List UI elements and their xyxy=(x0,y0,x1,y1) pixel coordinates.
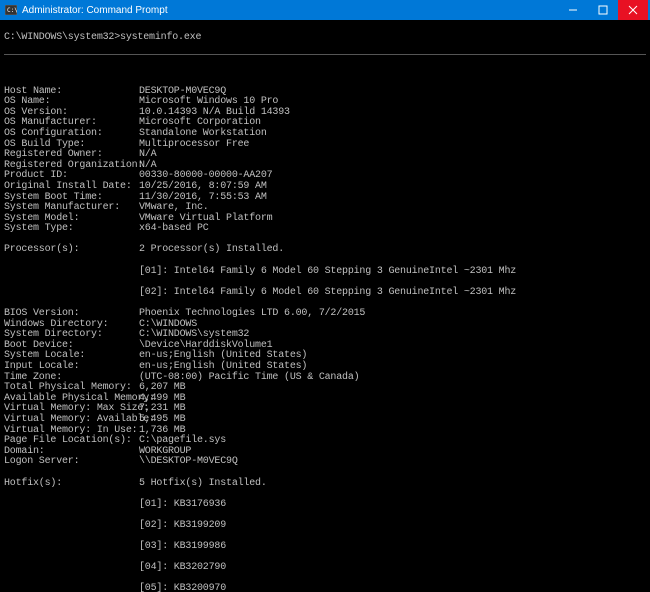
info-value: x64-based PC xyxy=(139,223,209,234)
hotfix-item: [04]: KB3202790 xyxy=(4,563,646,574)
info-key: Hotfix(s): xyxy=(4,479,139,490)
info-value: DESKTOP-M0VEC9Q xyxy=(139,86,226,97)
info-value: 5,495 MB xyxy=(139,414,185,425)
info-row: System Locale:en-us;English (United Stat… xyxy=(4,351,646,362)
info-row: OS Configuration:Standalone Workstation xyxy=(4,129,646,140)
info-value: C:\WINDOWS\system32 xyxy=(139,329,249,340)
divider xyxy=(4,54,646,55)
command-text: systeminfo.exe xyxy=(120,32,201,43)
info-row: System Type:x64-based PC xyxy=(4,224,646,235)
info-key: System Type: xyxy=(4,224,139,235)
info-value: 00330-80000-00000-AA207 xyxy=(139,170,272,181)
info-row: System Directory:C:\WINDOWS\system32 xyxy=(4,330,646,341)
processor-item: [01]: Intel64 Family 6 Model 60 Stepping… xyxy=(4,267,646,278)
info-key: Input Locale: xyxy=(4,362,139,373)
info-row: Original Install Date:10/25/2016, 8:07:5… xyxy=(4,182,646,193)
maximize-button[interactable] xyxy=(588,0,618,20)
info-key: OS Configuration: xyxy=(4,129,139,140)
cmd-icon: C:\ xyxy=(4,3,18,17)
info-value: C:\pagefile.sys xyxy=(139,435,226,446)
hotfix-item: [02]: KB3199209 xyxy=(4,521,646,532)
window-title: Administrator: Command Prompt xyxy=(22,5,558,16)
hotfix-item: [03]: KB3199986 xyxy=(4,542,646,553)
info-value: en-us;English (United States) xyxy=(139,350,307,361)
info-row: Domain:WORKGROUP xyxy=(4,447,646,458)
info-row: Boot Device:\Device\HarddiskVolume1 xyxy=(4,341,646,352)
info-value: 1,736 MB xyxy=(139,425,185,436)
minimize-button[interactable] xyxy=(558,0,588,20)
info-value: Microsoft Corporation xyxy=(139,117,261,128)
info-row: Processor(s):2 Processor(s) Installed. xyxy=(4,245,646,256)
window-controls xyxy=(558,0,648,20)
info-row: Registered Organization:N/A xyxy=(4,161,646,172)
info-row: OS Name:Microsoft Windows 10 Pro xyxy=(4,97,646,108)
info-row: Page File Location(s):C:\pagefile.sys xyxy=(4,436,646,447)
info-value: 10/25/2016, 8:07:59 AM xyxy=(139,181,267,192)
prompt-path: C:\WINDOWS\system32> xyxy=(4,32,120,43)
info-row: System Manufacturer:VMware, Inc. xyxy=(4,203,646,214)
info-key: Logon Server: xyxy=(4,457,139,468)
info-value: N/A xyxy=(139,149,156,160)
close-button[interactable] xyxy=(618,0,648,20)
info-value: 5 Hotfix(s) Installed. xyxy=(139,478,267,489)
info-value: 2 Processor(s) Installed. xyxy=(139,244,284,255)
info-value: 6,207 MB xyxy=(139,382,185,393)
info-value: Microsoft Windows 10 Pro xyxy=(139,96,278,107)
info-row: Logon Server:\\DESKTOP-M0VEC9Q xyxy=(4,457,646,468)
info-value: 7,231 MB xyxy=(139,403,185,414)
info-value: \\DESKTOP-M0VEC9Q xyxy=(139,456,238,467)
blank-line xyxy=(4,65,646,76)
info-value: Multiprocessor Free xyxy=(139,139,249,150)
info-value: 11/30/2016, 7:55:53 AM xyxy=(139,192,267,203)
hotfix-item: [01]: KB3176936 xyxy=(4,500,646,511)
info-value: Standalone Workstation xyxy=(139,128,267,139)
info-row: Host Name:DESKTOP-M0VEC9Q xyxy=(4,87,646,98)
info-value: Phoenix Technologies LTD 6.00, 7/2/2015 xyxy=(139,308,365,319)
svg-text:C:\: C:\ xyxy=(7,7,17,14)
info-value: C:\WINDOWS xyxy=(139,319,197,330)
terminal-output[interactable]: C:\WINDOWS\system32>systeminfo.exe Host … xyxy=(0,20,650,592)
info-key: Virtual Memory: Available: xyxy=(4,415,139,426)
hotfix-item: [05]: KB3200970 xyxy=(4,584,646,592)
processor-item: [02]: Intel64 Family 6 Model 60 Stepping… xyxy=(4,288,646,299)
info-value: en-us;English (United States) xyxy=(139,361,307,372)
info-value: (UTC-08:00) Pacific Time (US & Canada) xyxy=(139,372,359,383)
info-key: Processor(s): xyxy=(4,245,139,256)
info-key: Original Install Date: xyxy=(4,182,139,193)
info-row: OS Version:10.0.14393 N/A Build 14393 xyxy=(4,108,646,119)
info-value: VMware, Inc. xyxy=(139,202,209,213)
command-line: C:\WINDOWS\system32>systeminfo.exe xyxy=(4,33,646,44)
info-row: Virtual Memory: Available:5,495 MB xyxy=(4,415,646,426)
window-titlebar: C:\ Administrator: Command Prompt xyxy=(0,0,650,20)
info-row: System Model:VMware Virtual Platform xyxy=(4,214,646,225)
info-row: Hotfix(s):5 Hotfix(s) Installed. xyxy=(4,479,646,490)
